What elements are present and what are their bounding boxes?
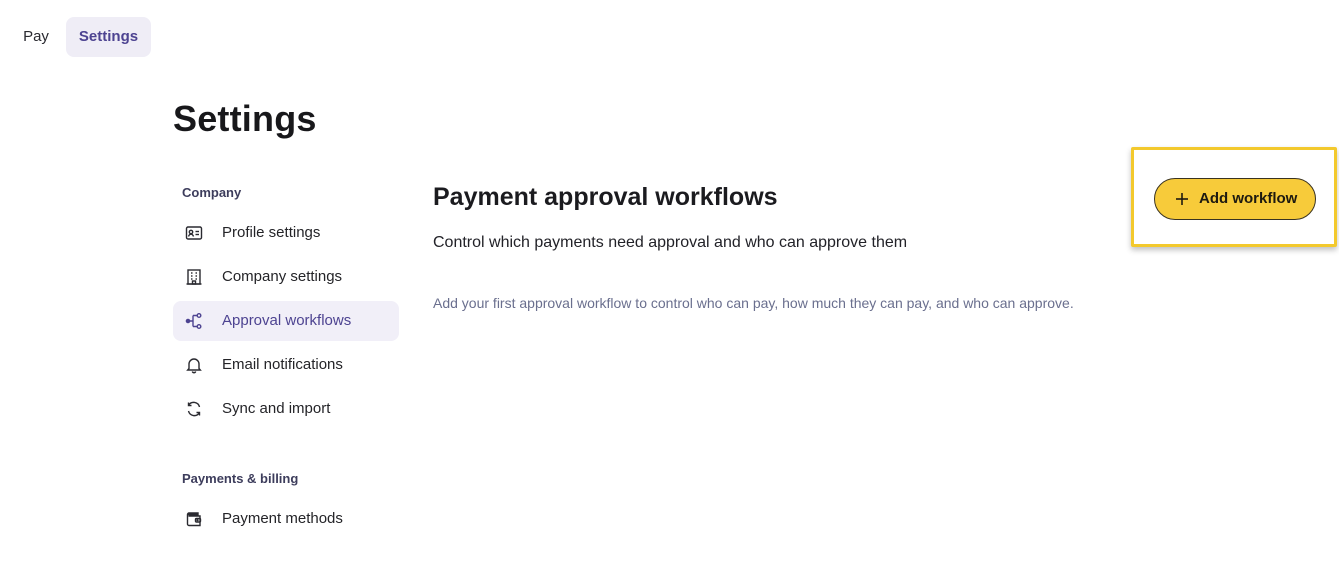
plus-icon <box>1173 190 1191 208</box>
section-title: Payment approval workflows <box>433 183 778 211</box>
sidebar-item-approval-workflows[interactable]: Approval workflows <box>173 301 399 341</box>
sidebar-item-label: Company settings <box>222 268 343 285</box>
sidebar-group-company: Company <box>182 185 242 200</box>
sidebar-item-sync-and-import[interactable]: Sync and import <box>173 389 399 429</box>
sidebar-item-label: Sync and import <box>222 400 331 417</box>
building-icon <box>185 268 203 286</box>
workflow-icon <box>185 312 203 330</box>
add-workflow-label: Add workflow <box>1199 190 1298 207</box>
sidebar-item-profile-settings[interactable]: Profile settings <box>173 213 399 253</box>
sidebar-item-payment-methods[interactable]: Payment methods <box>173 499 399 539</box>
tab-pay[interactable]: Pay <box>13 17 59 57</box>
page-title: Settings <box>173 98 317 139</box>
sidebar-item-label: Approval workflows <box>222 312 352 329</box>
sidebar-item-label: Payment methods <box>222 510 343 527</box>
sidebar-item-email-notifications[interactable]: Email notifications <box>173 345 399 385</box>
bell-icon <box>185 356 203 374</box>
empty-state-text: Add your first approval workflow to cont… <box>433 295 1074 311</box>
top-navigation: Pay Settings <box>0 0 1339 74</box>
sidebar-item-label: Profile settings <box>222 224 321 241</box>
wallet-icon <box>185 510 203 528</box>
sidebar-group-payments-billing: Payments & billing <box>182 471 299 486</box>
id-card-icon <box>185 224 203 242</box>
section-subtitle: Control which payments need approval and… <box>433 234 908 251</box>
sync-icon <box>185 400 203 418</box>
sidebar-item-label: Email notifications <box>222 356 343 373</box>
sidebar-item-company-settings[interactable]: Company settings <box>173 257 399 297</box>
add-workflow-button[interactable]: Add workflow <box>1154 178 1316 220</box>
tab-settings[interactable]: Settings <box>66 17 151 57</box>
